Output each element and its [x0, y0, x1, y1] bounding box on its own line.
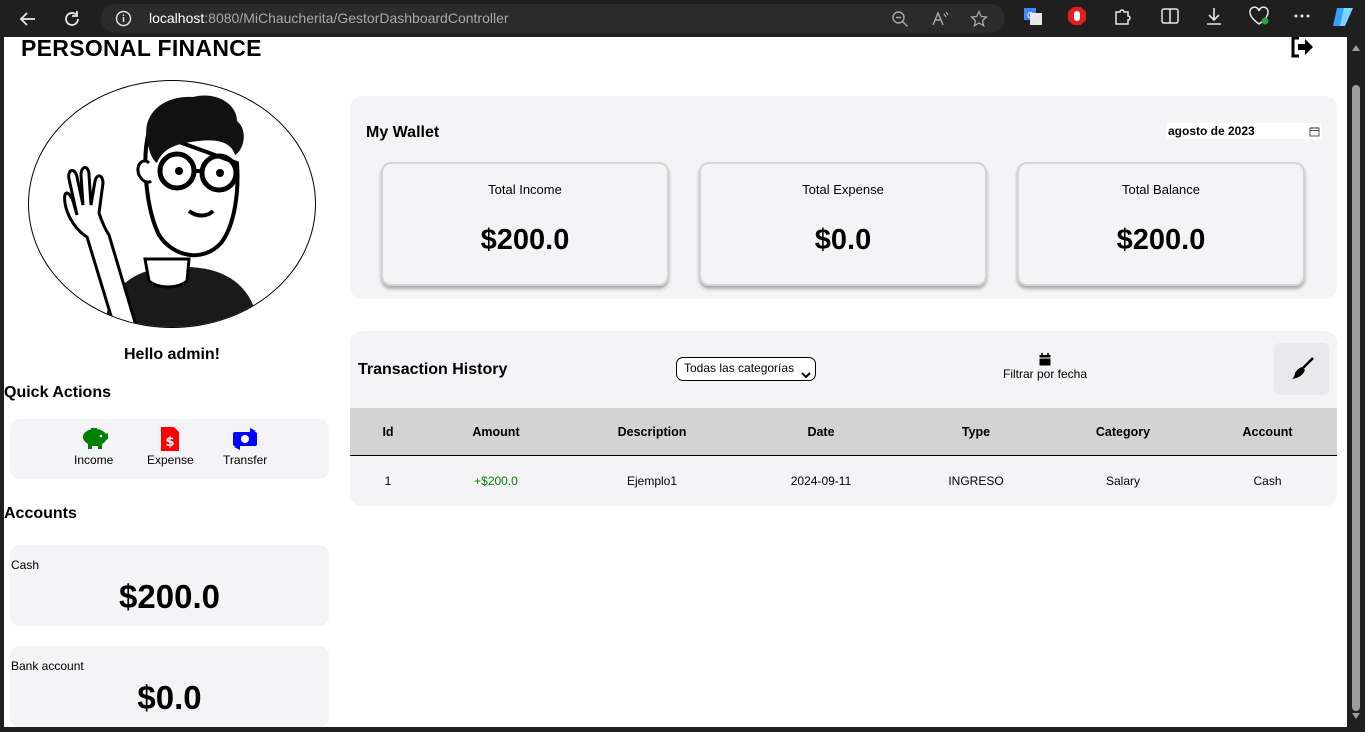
expense-action-label: Expense — [147, 453, 194, 467]
date-filter-label: Filtrar por fecha — [1002, 367, 1088, 381]
reload-icon[interactable] — [59, 6, 85, 32]
account-card-cash[interactable]: Cash $200.0 — [10, 545, 329, 626]
transaction-history-panel: Transaction History Todas las categorías… — [350, 331, 1337, 506]
column-header[interactable]: Account — [1198, 408, 1337, 455]
scrollbar-thumb[interactable] — [1352, 85, 1360, 711]
chevron-down-icon — [801, 365, 811, 386]
cell-account: Cash — [1253, 474, 1282, 488]
page-content: PERSONAL FINANCE Hello admin! Quick Acti… — [4, 37, 1347, 727]
svg-text:$: $ — [166, 435, 175, 450]
account-card-bank[interactable]: Bank account $0.0 — [10, 646, 329, 727]
zoom-icon[interactable] — [891, 10, 909, 32]
cell-date: 2024-09-11 — [790, 474, 852, 488]
date-filter-button[interactable]: Filtrar por fecha — [990, 353, 1100, 381]
card-label: Total Expense — [802, 182, 884, 197]
account-balance: $0.0 — [137, 679, 202, 716]
wallet-panel: My Wallet agosto de 2023 Total Income $2… — [350, 96, 1337, 299]
card-value: $200.0 — [480, 224, 570, 256]
total-expense-card: Total Expense $0.0 — [699, 162, 987, 286]
month-value: agosto de 2023 — [1168, 124, 1255, 138]
income-action-button[interactable]: Income — [74, 427, 113, 467]
copilot-icon[interactable] — [1331, 5, 1355, 33]
greeting-text: Hello admin! — [123, 346, 220, 363]
cell-category: Salary — [1105, 474, 1140, 488]
transfer-action-label: Transfer — [223, 453, 268, 467]
browser-essentials-icon[interactable] — [1248, 6, 1270, 30]
piggy-bank-icon — [82, 428, 108, 449]
favorite-star-icon[interactable] — [969, 9, 989, 32]
transfer-action-button[interactable]: Transfer — [223, 427, 267, 467]
quick-actions-title: Quick Actions — [4, 384, 111, 401]
cell-amount: +$200.0 — [474, 474, 518, 488]
read-aloud-icon[interactable] — [931, 10, 949, 32]
income-action-label: Income — [74, 453, 114, 467]
table-row[interactable]: 1 +$200.0 Ejemplo1 2024-09-11 INGRESO Sa… — [350, 457, 1337, 505]
account-name: Bank account — [11, 659, 84, 673]
url-path: :8080/MiChaucherita/GestorDashboardContr… — [204, 10, 509, 26]
cell-type: INGRESO — [948, 474, 1004, 488]
card-value: $0.0 — [814, 224, 872, 256]
browser-toolbar: localhost:8080/MiChaucherita/GestorDashb… — [0, 0, 1365, 37]
dollar-file-icon: $ — [161, 427, 180, 451]
card-value: $200.0 — [1116, 224, 1206, 256]
column-header[interactable]: Amount — [426, 408, 566, 455]
back-icon[interactable] — [15, 6, 41, 32]
svg-text:G: G — [1027, 11, 1033, 20]
total-income-card: Total Income $200.0 — [381, 162, 669, 286]
expense-action-button[interactable]: $ Expense — [147, 427, 194, 467]
broom-icon — [1291, 357, 1314, 379]
column-header[interactable]: Type — [904, 408, 1048, 455]
column-header[interactable]: Category — [1048, 408, 1198, 455]
url-host: localhost — [149, 10, 205, 26]
scroll-up-arrow-icon[interactable] — [1352, 45, 1360, 51]
table-header: Id Amount Description Date Type Category… — [350, 408, 1337, 456]
app-title: PERSONAL FINANCE — [21, 37, 262, 61]
account-name: Cash — [11, 558, 40, 572]
adblock-extension-icon[interactable] — [1067, 6, 1087, 30]
column-header[interactable]: Description — [566, 408, 738, 455]
transactions-title: Transaction History — [358, 361, 508, 378]
cell-id: 1 — [384, 474, 392, 488]
window-bottom-edge — [0, 727, 1365, 732]
extensions-icon[interactable] — [1112, 6, 1132, 30]
month-picker[interactable]: agosto de 2023 — [1166, 123, 1322, 139]
category-filter-select[interactable]: Todas las categorías — [676, 357, 816, 381]
money-transfer-icon — [233, 428, 258, 450]
category-filter-value: Todas las categorías — [684, 361, 795, 375]
quick-actions-panel: Income $ Expense Transfer — [10, 419, 329, 479]
address-bar[interactable]: localhost:8080/MiChaucherita/GestorDashb… — [101, 4, 1005, 33]
total-balance-card: Total Balance $200.0 — [1017, 162, 1305, 286]
card-label: Total Balance — [1121, 182, 1201, 197]
vertical-scrollbar[interactable] — [1348, 37, 1365, 727]
cell-description: Ejemplo1 — [626, 474, 678, 488]
address-url: localhost:8080/MiChaucherita/GestorDashb… — [149, 10, 509, 26]
scroll-down-arrow-icon[interactable] — [1352, 713, 1360, 719]
column-header[interactable]: Date — [738, 408, 904, 455]
split-screen-icon[interactable] — [1160, 6, 1180, 30]
column-header[interactable]: Id — [350, 408, 426, 455]
site-info-icon[interactable] — [115, 10, 132, 31]
downloads-icon[interactable] — [1204, 6, 1224, 30]
calendar-icon[interactable] — [1309, 125, 1320, 141]
translate-extension-icon[interactable]: G — [1023, 6, 1043, 30]
more-menu-icon[interactable] — [1292, 6, 1312, 30]
account-balance: $200.0 — [119, 578, 220, 615]
logout-icon[interactable] — [1290, 37, 1314, 63]
calendar-icon — [1039, 353, 1051, 366]
clear-filters-button[interactable] — [1274, 343, 1329, 395]
accounts-title: Accounts — [4, 505, 77, 522]
card-label: Total Income — [488, 182, 562, 197]
avatar — [28, 80, 316, 328]
wallet-title: My Wallet — [366, 124, 440, 141]
